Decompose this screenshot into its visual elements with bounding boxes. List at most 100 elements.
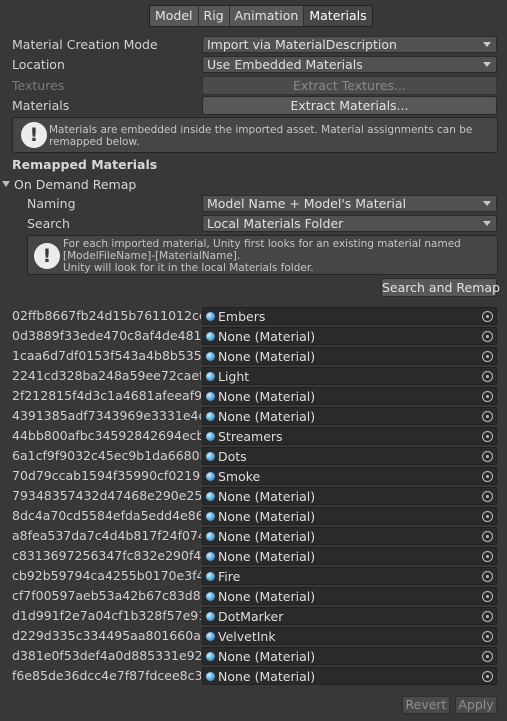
list-item: 1caa6d7df0153f543a4b8b5354d None (Materia… xyxy=(0,346,507,366)
material-name: d1d991f2e7a04cf1b328f57e915e xyxy=(12,608,201,623)
search-and-remap-button[interactable]: Search and Remap xyxy=(381,278,500,297)
material-object-field[interactable]: Fire xyxy=(202,567,497,585)
material-object-field[interactable]: Light xyxy=(202,367,497,385)
material-sphere-icon xyxy=(206,392,215,401)
object-picker-icon[interactable] xyxy=(482,451,493,462)
list-item: 2f212815f4d3c1a4681afeeaf9c6c None (Mater… xyxy=(0,386,507,406)
material-name: d229d335c334495aa801660ac8 xyxy=(12,628,201,643)
material-object-field[interactable]: None (Material) xyxy=(202,667,497,685)
embedded-materials-help-text: Materials are embedded inside the import… xyxy=(49,124,473,148)
object-picker-icon[interactable] xyxy=(482,331,493,342)
material-object-field[interactable]: DotMarker xyxy=(202,607,497,625)
material-name: 79348357432d47468e290e25c1 xyxy=(12,488,201,503)
material-name: 44bb800afbc34592842694ecb0 xyxy=(12,428,201,443)
tab-animation[interactable]: Animation xyxy=(229,6,305,26)
list-item: 2241cd328ba248a59ee72caef7e Light xyxy=(0,366,507,386)
material-name: c8313697256347fc832e290f4c0 xyxy=(12,548,201,563)
object-picker-icon[interactable] xyxy=(482,611,493,622)
material-object-field[interactable]: None (Material) xyxy=(202,407,497,425)
material-name: cb92b59794ca4255b0170e3f42f xyxy=(12,568,201,583)
object-picker-icon[interactable] xyxy=(482,351,493,362)
material-name: 70d79ccab1594f35990cf021939 xyxy=(12,468,201,483)
material-object-field[interactable]: Embers xyxy=(202,307,497,325)
object-picker-icon[interactable] xyxy=(482,371,493,382)
material-name: 4391385adf7343969e3331e4e4 xyxy=(12,408,201,423)
material-object-field[interactable]: None (Material) xyxy=(202,327,497,345)
remap-help-text: For each imported material, Unity first … xyxy=(63,238,493,274)
remap-helpbox: ! For each imported material, Unity firs… xyxy=(27,235,498,275)
material-object-field[interactable]: None (Material) xyxy=(202,527,497,545)
apply-button[interactable]: Apply xyxy=(455,696,497,714)
importer-tabs: Model Rig Animation Materials xyxy=(149,5,373,27)
on-demand-remap-label: On Demand Remap xyxy=(14,177,137,192)
list-item: cb92b59794ca4255b0170e3f42f Fire xyxy=(0,566,507,586)
location-dropdown[interactable]: Use Embedded Materials xyxy=(202,56,497,73)
material-sphere-icon xyxy=(206,512,215,521)
object-picker-icon[interactable] xyxy=(482,571,493,582)
tab-materials[interactable]: Materials xyxy=(304,6,372,26)
list-item: d1d991f2e7a04cf1b328f57e915e DotMarker xyxy=(0,606,507,626)
extract-textures-button[interactable]: Extract Textures... xyxy=(202,76,497,95)
object-picker-icon[interactable] xyxy=(482,591,493,602)
material-name: 8dc4a70cd5584efda5edd4e860f xyxy=(12,508,201,523)
object-picker-icon[interactable] xyxy=(482,511,493,522)
list-item: a8fea537da7c4d4b817f24f07472 None (Materi… xyxy=(0,526,507,546)
material-object-field[interactable]: None (Material) xyxy=(202,647,497,665)
object-picker-icon[interactable] xyxy=(482,411,493,422)
exclamation-icon: ! xyxy=(34,243,60,269)
material-sphere-icon xyxy=(206,432,215,441)
object-picker-icon[interactable] xyxy=(482,551,493,562)
material-value: Streamers xyxy=(218,429,283,444)
material-object-field[interactable]: Smoke xyxy=(202,467,497,485)
material-object-field[interactable]: None (Material) xyxy=(202,387,497,405)
material-value: Light xyxy=(218,369,250,384)
object-picker-icon[interactable] xyxy=(482,431,493,442)
list-item: 0d3889f33ede470c8af4de48133 None (Materia… xyxy=(0,326,507,346)
material-sphere-icon xyxy=(206,552,215,561)
object-picker-icon[interactable] xyxy=(482,471,493,482)
remap-help-line-1: For each imported material, Unity first … xyxy=(63,238,461,250)
on-demand-remap-foldout[interactable]: On Demand Remap xyxy=(2,177,136,192)
object-picker-icon[interactable] xyxy=(482,671,493,682)
material-object-field[interactable]: None (Material) xyxy=(202,547,497,565)
material-name: 02ffb8667fb24d15b7611012cefb1 xyxy=(12,308,201,323)
object-picker-icon[interactable] xyxy=(482,491,493,502)
list-item: c8313697256347fc832e290f4c0 None (Materia… xyxy=(0,546,507,566)
material-sphere-icon xyxy=(206,672,215,681)
material-name: f6e85de36dcc4e7f87fdcee8c3d2 xyxy=(12,668,201,683)
tab-rig[interactable]: Rig xyxy=(198,6,230,26)
material-object-field[interactable]: Streamers xyxy=(202,427,497,445)
object-picker-icon[interactable] xyxy=(482,631,493,642)
exclamation-icon: ! xyxy=(21,122,47,148)
material-value: None (Material) xyxy=(218,589,316,604)
list-item: 79348357432d47468e290e25c1 None (Material… xyxy=(0,486,507,506)
revert-button[interactable]: Revert xyxy=(402,696,450,714)
creation-mode-dropdown[interactable]: Import via MaterialDescription xyxy=(202,36,497,53)
tab-model[interactable]: Model xyxy=(150,6,199,26)
object-picker-icon[interactable] xyxy=(482,651,493,662)
location-value: Use Embedded Materials xyxy=(207,57,363,72)
naming-dropdown[interactable]: Model Name + Model's Material xyxy=(202,195,497,212)
material-name: a8fea537da7c4d4b817f24f07472 xyxy=(12,528,201,543)
material-name: 2f212815f4d3c1a4681afeeaf9c6c xyxy=(12,388,201,403)
object-picker-icon[interactable] xyxy=(482,311,493,322)
material-object-field[interactable]: None (Material) xyxy=(202,347,497,365)
extract-materials-button[interactable]: Extract Materials... xyxy=(202,96,497,115)
object-picker-icon[interactable] xyxy=(482,531,493,542)
material-value: Fire xyxy=(218,569,241,584)
material-object-field[interactable]: None (Material) xyxy=(202,487,497,505)
material-object-field[interactable]: None (Material) xyxy=(202,507,497,525)
material-sphere-icon xyxy=(206,632,215,641)
object-picker-icon[interactable] xyxy=(482,391,493,402)
list-item: 4391385adf7343969e3331e4e4 None (Material… xyxy=(0,406,507,426)
material-object-field[interactable]: Dots xyxy=(202,447,497,465)
material-sphere-icon xyxy=(206,592,215,601)
material-object-field[interactable]: None (Material) xyxy=(202,587,497,605)
material-sphere-icon xyxy=(206,452,215,461)
dropdown-arrow-icon xyxy=(483,42,491,47)
material-value: None (Material) xyxy=(218,509,316,524)
material-name: 0d3889f33ede470c8af4de48133 xyxy=(12,328,201,343)
material-sphere-icon xyxy=(206,332,215,341)
material-object-field[interactable]: VelvetInk xyxy=(202,627,497,645)
search-dropdown[interactable]: Local Materials Folder xyxy=(202,215,497,232)
